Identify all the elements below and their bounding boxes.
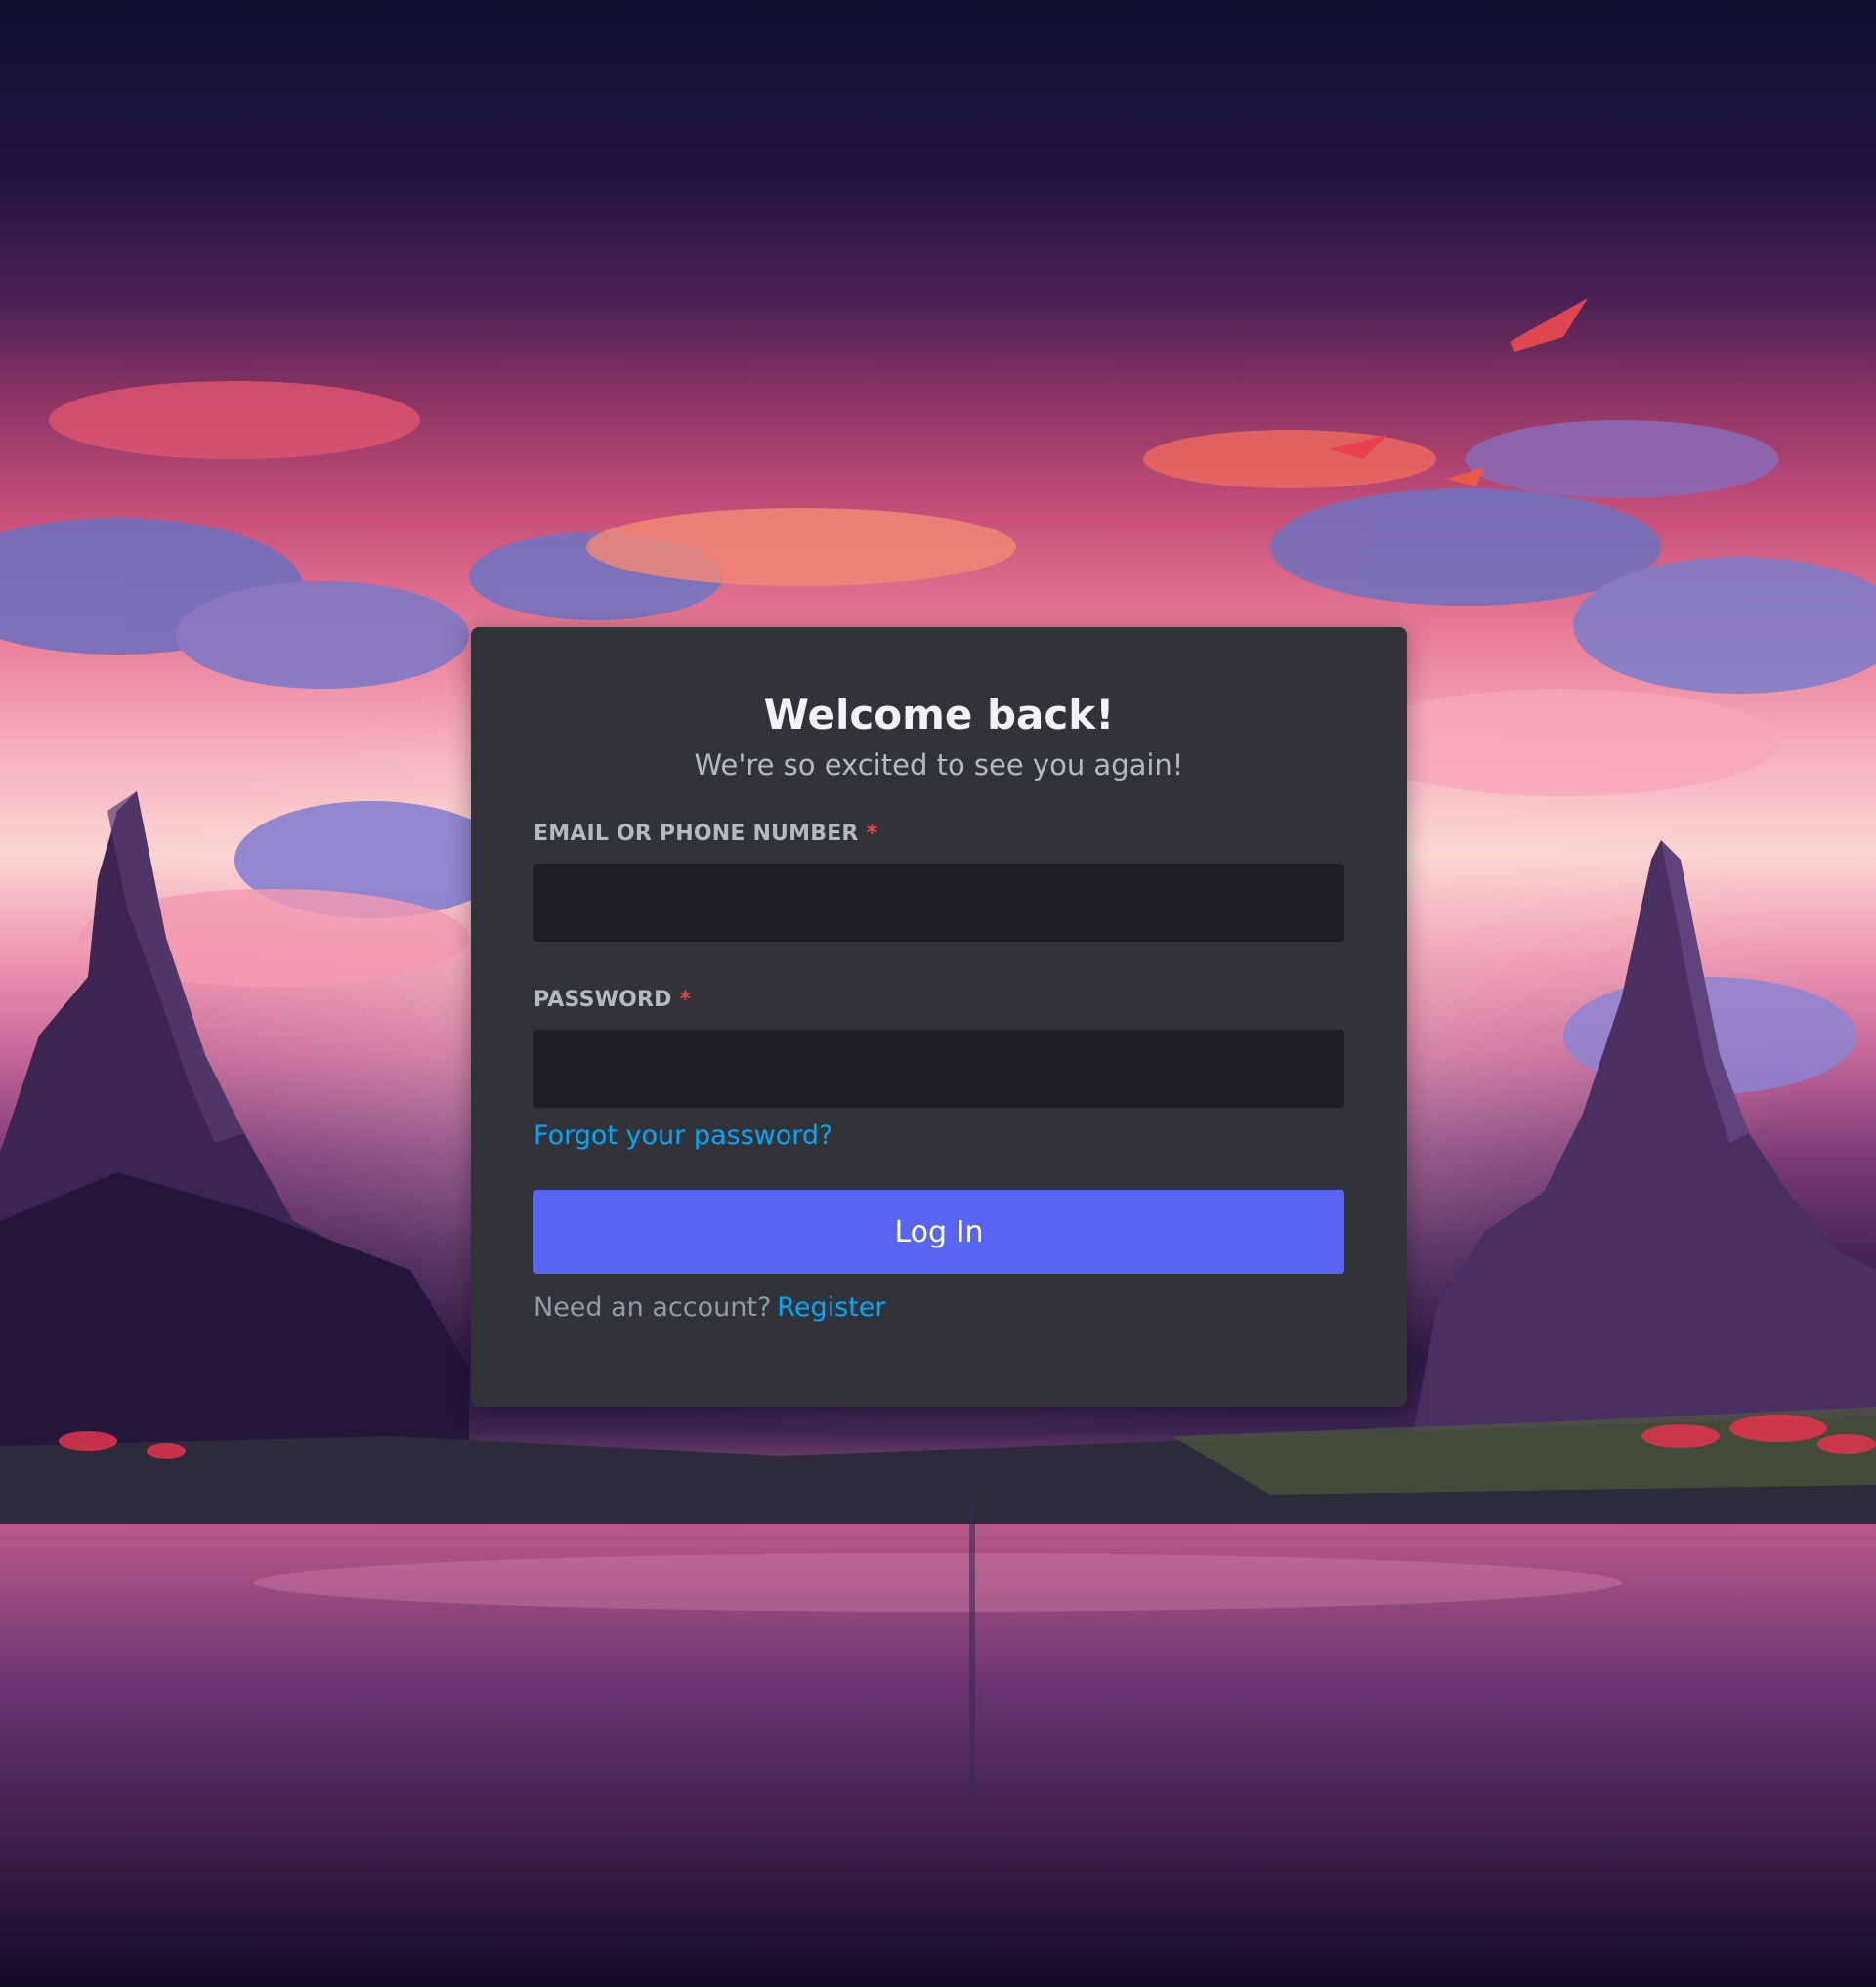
required-marker: * [679,988,692,1012]
email-label: EMAIL OR PHONE NUMBER * [533,821,1344,848]
password-label-text: PASSWORD [533,988,672,1012]
need-account-text: Need an account? [533,1292,772,1323]
page-subtitle: We're so excited to see you again! [694,748,1184,782]
forgot-password-link[interactable]: Forgot your password? [533,1120,832,1153]
login-card: Welcome back! We're so excited to see yo… [471,627,1407,1407]
login-button[interactable]: Log In [533,1190,1344,1274]
page-title: Welcome back! [763,691,1115,739]
register-link[interactable]: Register [771,1292,885,1323]
required-marker: * [866,822,878,846]
password-label: PASSWORD * [533,987,1344,1014]
email-label-text: EMAIL OR PHONE NUMBER [533,822,859,846]
email-field[interactable] [533,864,1344,942]
password-field[interactable] [533,1030,1344,1108]
register-row: Need an account? Register [533,1291,1344,1325]
